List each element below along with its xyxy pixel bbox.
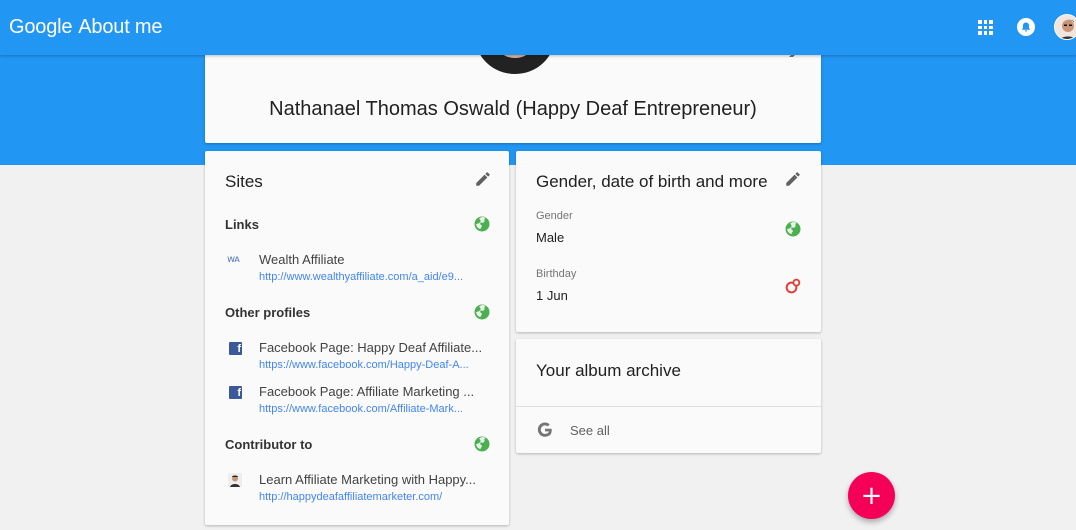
apps-grid-icon[interactable]	[978, 20, 993, 35]
gender-card: Gender, date of birth and more Gender Ma…	[516, 151, 821, 332]
profile-link-url[interactable]: https://www.facebook.com/Affiliate-Mark.…	[259, 403, 491, 415]
edit-sites-icon[interactable]	[474, 170, 492, 188]
sites-card: Sites Links ᴡᴀ Wealth Affiliate http://w…	[205, 151, 509, 525]
edit-details-icon[interactable]	[784, 170, 802, 188]
contributor-link-title[interactable]: Learn Affiliate Marketing with Happy...	[259, 472, 491, 487]
album-title: Your album archive	[536, 361, 681, 380]
contributor-section-title: Contributor to	[225, 437, 313, 452]
public-globe-icon[interactable]	[473, 303, 491, 321]
profile-link-title[interactable]: Facebook Page: Happy Deaf Affiliate...	[259, 340, 491, 355]
album-card: Your album archive See all	[516, 339, 821, 453]
link-title[interactable]: Wealth Affiliate	[259, 252, 491, 267]
links-section-title: Links	[225, 217, 259, 232]
bell-icon[interactable]	[1017, 18, 1035, 36]
divider	[516, 406, 821, 407]
app-brand[interactable]: Google About me	[9, 16, 163, 39]
link-url[interactable]: http://www.wealthyaffiliate.com/a_aid/e9…	[259, 271, 491, 283]
add-button[interactable]: +	[848, 472, 895, 519]
birthday-label: Birthday	[536, 268, 577, 280]
app-bar: Google About me	[0, 0, 1076, 55]
product-name: About me	[78, 16, 163, 38]
profile-card: Nathanael Thomas Oswald (Happy Deaf Entr…	[205, 40, 821, 143]
site-avatar-icon	[228, 473, 242, 487]
google-wordmark: Google	[9, 16, 73, 38]
see-all-link[interactable]: See all	[570, 423, 610, 438]
circles-icon[interactable]	[784, 277, 802, 295]
facebook-icon: f	[229, 342, 242, 355]
account-avatar[interactable]	[1054, 14, 1076, 40]
profile-link-url[interactable]: https://www.facebook.com/Happy-Deaf-A...	[259, 359, 491, 371]
plus-icon: +	[860, 480, 883, 511]
contributor-link-url[interactable]: http://happydeafaffiliatemarketer.com/	[259, 491, 491, 503]
profile-name: Nathanael Thomas Oswald (Happy Deaf Entr…	[269, 98, 757, 120]
facebook-icon: f	[229, 386, 242, 399]
public-globe-icon[interactable]	[473, 435, 491, 453]
birthday-value: 1 Jun	[536, 288, 568, 303]
other-profiles-section-title: Other profiles	[225, 305, 311, 320]
sites-title: Sites	[225, 172, 263, 191]
public-globe-icon[interactable]	[784, 220, 802, 238]
gender-label: Gender	[536, 210, 573, 222]
gender-value: Male	[536, 230, 565, 245]
wealth-affiliate-icon: ᴡᴀ	[227, 254, 240, 265]
public-globe-icon[interactable]	[473, 215, 491, 233]
profile-link-title[interactable]: Facebook Page: Affiliate Marketing ...	[259, 384, 491, 399]
gender-card-title: Gender, date of birth and more	[536, 172, 768, 191]
google-g-icon	[537, 422, 552, 437]
